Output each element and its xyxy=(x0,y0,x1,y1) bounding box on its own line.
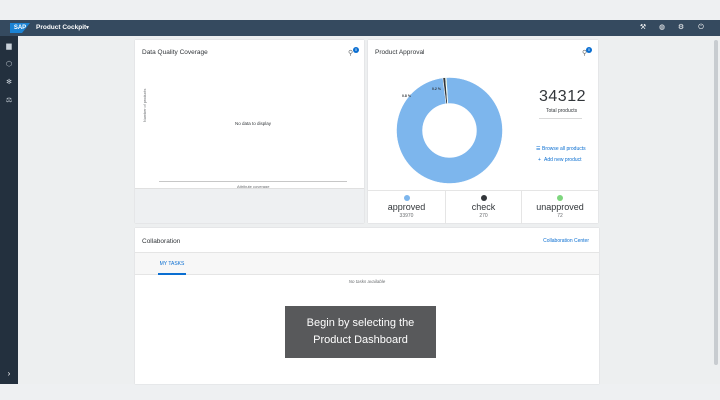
scale-icon[interactable]: ⚖ xyxy=(3,95,15,107)
card-title: Data Quality Coverage xyxy=(142,49,208,56)
donut-slice-approved[interactable] xyxy=(396,77,503,184)
stat-check[interactable]: check 270 xyxy=(446,191,522,224)
chevron-down-icon[interactable]: ▼ xyxy=(85,23,90,33)
expand-nav-icon[interactable]: › xyxy=(3,368,15,380)
divider xyxy=(539,118,582,119)
total-products-value: 34312 xyxy=(539,88,586,105)
add-product-label: Add new product xyxy=(544,157,582,163)
donut-label-check: 0.8 % xyxy=(402,94,411,98)
card-footer xyxy=(135,188,364,223)
no-data-message: No data to display xyxy=(235,121,272,126)
onboarding-tooltip[interactable]: Begin by selecting the Product Dashboard xyxy=(285,306,436,358)
filter-badge: 0 xyxy=(586,47,592,53)
stat-label: unapproved xyxy=(536,202,584,212)
status-dot xyxy=(557,195,563,201)
empty-message: No tasks available xyxy=(348,279,386,284)
screen: SAP Product Cockpit ▼ ⚒ ◍ ⚙ ⏻ ▆ ⬡ ✻ ⚖ › … xyxy=(0,0,720,400)
tools-icon[interactable]: ⚒ xyxy=(638,23,648,33)
stat-label: check xyxy=(471,202,496,212)
stat-value: 33970 xyxy=(399,213,414,219)
snowflake-icon[interactable]: ✻ xyxy=(3,77,15,89)
approval-donut-chart[interactable] xyxy=(393,74,506,187)
chart-icon[interactable]: ▆ xyxy=(3,41,15,53)
x-axis-line xyxy=(159,181,347,182)
product-approval-card: Product Approval ⚲ 0 0.8 % 0.2 % 99.0 % … xyxy=(368,40,598,224)
browse-products-label: Browse all products xyxy=(542,146,586,152)
settings-icon[interactable]: ⚙ xyxy=(676,23,686,33)
approval-stats: approved 33970 check 270 unapproved 72 xyxy=(368,190,598,224)
filter-badge: 0 xyxy=(353,47,359,53)
help-icon[interactable]: ◍ xyxy=(657,23,667,33)
add-product-link[interactable]: + Add new product xyxy=(538,157,582,163)
shell-bar: SAP Product Cockpit ▼ ⚒ ◍ ⚙ ⏻ xyxy=(0,20,720,36)
collaboration-center-link[interactable]: Collaboration Center xyxy=(543,238,589,244)
scrollbar[interactable] xyxy=(714,40,718,365)
tab-bar: MY TASKS xyxy=(135,252,599,275)
data-quality-card: Data Quality Coverage ⚲ 0 Number of prod… xyxy=(135,40,364,223)
stat-label: approved xyxy=(387,202,426,212)
total-products-label: Total products xyxy=(546,108,578,114)
power-icon[interactable]: ⏻ xyxy=(696,23,706,33)
sap-logo[interactable]: SAP xyxy=(10,23,30,33)
cube-icon[interactable]: ⬡ xyxy=(3,59,15,71)
tooltip-line-2: Product Dashboard xyxy=(313,334,408,346)
tab-my-tasks[interactable]: MY TASKS xyxy=(158,253,186,275)
donut-label-unapproved: 0.2 % xyxy=(432,87,441,91)
stat-approved[interactable]: approved 33970 xyxy=(368,191,446,224)
card-title: Collaboration xyxy=(142,238,181,245)
donut-svg xyxy=(396,77,503,184)
browse-products-link[interactable]: ☰ Browse all products xyxy=(536,146,586,152)
y-axis-label: Number of products xyxy=(143,88,147,122)
status-dot xyxy=(403,195,410,201)
app-title[interactable]: Product Cockpit xyxy=(36,23,86,33)
status-dot xyxy=(480,195,487,201)
stat-unapproved[interactable]: unapproved 72 xyxy=(522,191,598,224)
card-title: Product Approval xyxy=(375,49,425,56)
side-navigation: ▆ ⬡ ✻ ⚖ › xyxy=(0,36,18,384)
tooltip-line-1: Begin by selecting the xyxy=(306,317,415,329)
stat-value: 72 xyxy=(557,213,563,219)
stat-value: 270 xyxy=(479,213,488,219)
